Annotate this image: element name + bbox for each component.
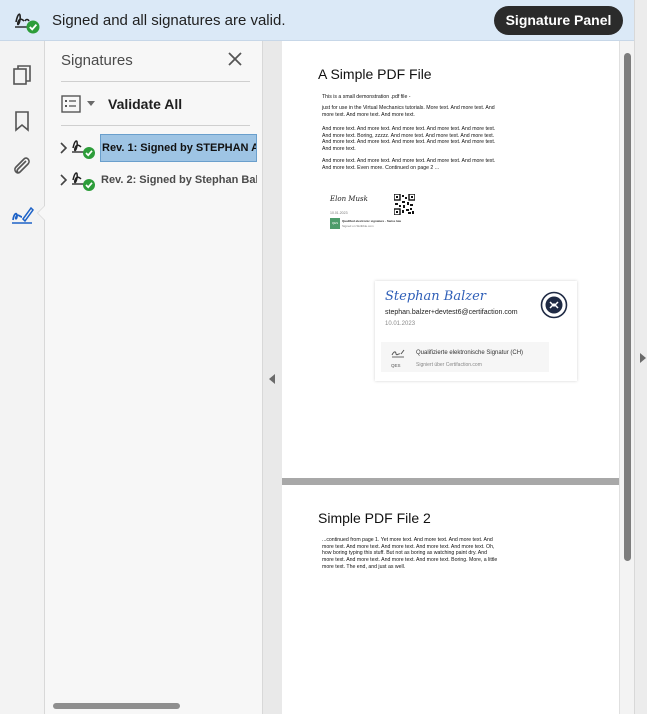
signature-valid-icon [72,172,95,191]
active-tool-indicator [37,205,45,221]
document-view[interactable]: A Simple PDF File This is a small demons… [282,41,619,714]
divider [61,125,250,126]
signature-status-message: Signed and all signatures are valid. [52,12,286,29]
chevron-down-icon[interactable] [87,101,95,106]
right-pane-handle[interactable] [634,0,647,714]
page2-paragraph: ...continued from page 1. Yet more text.… [322,537,498,570]
signature-provider: Signed on Skribble.com [342,224,374,228]
signature-email: stephan.balzer+devtest6@certifaction.com [385,309,518,316]
chevron-right-icon[interactable] [59,174,69,186]
panel-title: Signatures [61,52,133,69]
signature-icon[interactable] [10,203,34,227]
signature-name: Elon Musk [330,195,368,203]
bookmark-icon[interactable] [10,109,34,133]
signature-panel-button[interactable]: Signature Panel [494,6,623,35]
certifaction-logo-icon [540,291,568,319]
collapse-arrow-icon[interactable] [269,374,275,384]
close-icon[interactable] [227,51,243,67]
signature-pen-icon [391,349,405,358]
qr-code-icon [394,194,415,215]
qes-badge: QES [391,363,401,368]
page1-title: A Simple PDF File [318,66,432,82]
panel-collapse-gutter[interactable] [263,41,282,714]
options-menu-icon[interactable] [61,95,81,113]
qes-badge: QES [330,218,340,229]
chevron-right-icon[interactable] [59,142,69,154]
signature-valid-icon [15,13,40,34]
signature-provider: Signiert über Certifaction.com [416,362,482,368]
signature-label[interactable]: Rev. 1: Signed by STEPHAN AI [100,134,257,162]
page1-paragraph: And more text. And more text. And more t… [322,158,496,171]
vertical-scrollbar[interactable] [619,41,634,714]
pages-icon[interactable] [10,63,34,87]
signature-name: Stephan Balzer [385,289,486,304]
signature-date: 10.01.2023 [385,321,416,327]
page1-paragraph: This is a small demonstration .pdf file … [322,94,411,100]
signature-footer: QES Qualifizierte elektronische Signatur… [381,342,549,372]
signature-valid-icon [72,140,95,159]
left-toolbar [0,41,45,714]
page2-title: Simple PDF File 2 [318,510,431,526]
acrobat-window: Signed and all signatures are valid. Sig… [0,0,647,714]
stephan-signature-field[interactable]: Stephan Balzer stephan.balzer+devtest6@c… [375,281,577,381]
expand-arrow-icon[interactable] [640,353,646,363]
horizontal-scrollbar[interactable] [53,703,180,709]
signature-item[interactable]: Rev. 1: Signed by STEPHAN AI [57,134,262,162]
signatures-panel: Signatures Validate All Rev. 1: Signed b… [45,41,263,714]
signature-label[interactable]: Rev. 2: Signed by Stephan Bal [100,166,257,194]
divider [61,81,250,82]
validate-all-button[interactable]: Validate All [108,96,182,112]
signature-type: Qualified electronic signature · Swiss l… [342,219,402,223]
signature-status-banner: Signed and all signatures are valid. Sig… [0,0,634,41]
signature-item[interactable]: Rev. 2: Signed by Stephan Bal [57,166,262,194]
scrollbar-thumb[interactable] [624,53,631,561]
attachment-icon[interactable] [10,154,34,178]
page-separator [282,478,619,485]
signature-date: 10.01.2023 [330,211,348,215]
signature-type: Qualifizierte elektronische Signatur (CH… [416,350,524,356]
page1-paragraph: just for use in the Virtual Mechanics tu… [322,105,495,118]
page1-paragraph: And more text. And more text. And more t… [322,126,496,153]
